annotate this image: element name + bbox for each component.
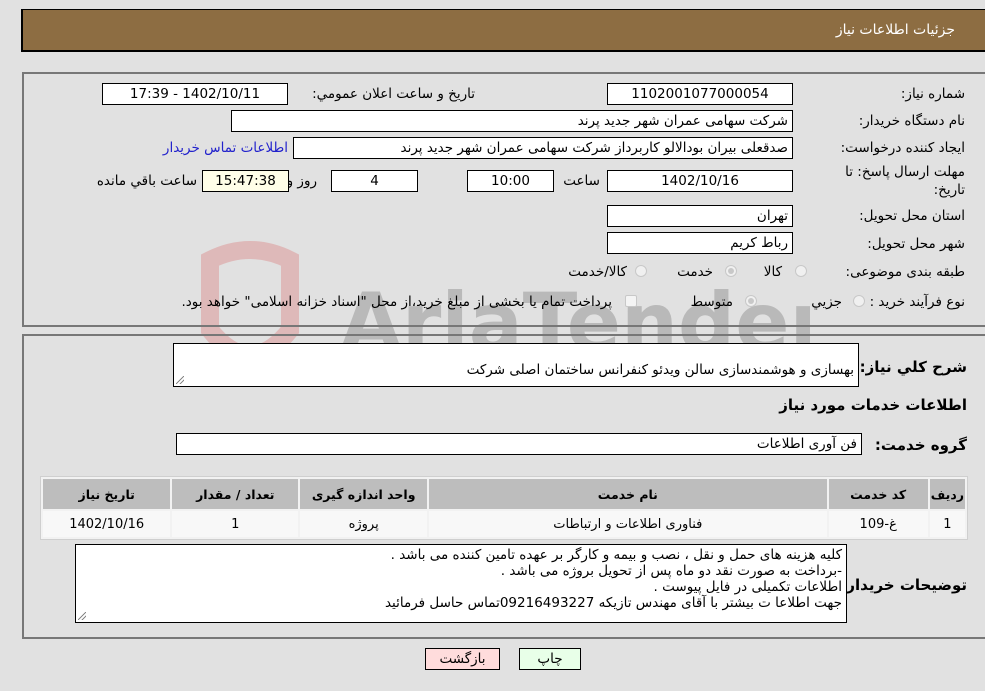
- cell-qty: 1: [172, 511, 299, 537]
- category-option-goods: کالا: [763, 264, 782, 280]
- process-radio-medium[interactable]: [745, 295, 757, 307]
- category-radio-goods-service[interactable]: [635, 265, 647, 277]
- requester-label: ایجاد کننده درخواست:: [840, 140, 965, 156]
- need-number-field: 1102001077000054: [607, 83, 793, 105]
- process-option-medium: متوسط: [690, 294, 733, 310]
- page-title: جزئیات اطلاعات نیاز: [835, 22, 955, 38]
- deadline-label: مهلت ارسال پاسخ: تا تاریخ:: [845, 164, 965, 198]
- city-field: رباط کریم: [607, 232, 793, 254]
- province-label: استان محل تحویل:: [859, 208, 965, 224]
- cell-index: 1: [929, 511, 965, 537]
- category-radio-service[interactable]: [725, 265, 737, 277]
- cell-unit: پروژه: [300, 511, 428, 537]
- buyer-note-line: -برداخت به صورت نقد دو ماه پس از تحویل ب…: [500, 563, 842, 579]
- category-option-service: خدمت: [677, 264, 713, 280]
- page-header: جزئیات اطلاعات نیاز: [21, 9, 985, 52]
- requester-field: صدقعلی بیران بودالالو کاربرداز شرکت سهام…: [293, 137, 793, 159]
- resize-grip-icon[interactable]: [78, 612, 86, 620]
- services-table: ردیف کد خدمت نام خدمت واحد اندازه گیری ت…: [40, 476, 968, 540]
- need-number-label: شماره نیاز:: [900, 86, 965, 102]
- deadline-date-field: 1402/10/16: [607, 170, 793, 192]
- col-header-code: کد خدمت: [828, 479, 928, 509]
- col-header-name: نام خدمت: [429, 479, 827, 509]
- announce-datetime-field: 1402/10/11 - 17:39: [102, 83, 288, 105]
- category-radio-goods[interactable]: [795, 265, 807, 277]
- col-header-date: تاریخ نیاز: [43, 479, 171, 509]
- col-header-qty: تعداد / مقدار: [172, 479, 299, 509]
- back-button[interactable]: بازگشت: [425, 648, 500, 670]
- process-option-minor: جزيي: [811, 294, 842, 310]
- city-label: شهر محل تحویل:: [867, 236, 965, 252]
- process-radio-minor[interactable]: [853, 295, 865, 307]
- province-field: تهران: [607, 205, 793, 227]
- category-label: طبقه بندی موضوعی:: [845, 264, 965, 280]
- buyer-notes-textarea[interactable]: کلیه هزینه های حمل و نقل ، نصب و بیمه و …: [75, 544, 847, 623]
- print-button[interactable]: چاپ: [519, 648, 581, 670]
- treasury-note: پرداخت تمام یا بخشی از مبلغ خرید،از محل …: [181, 294, 612, 310]
- buyer-note-line: کلیه هزینه های حمل و نقل ، نصب و بیمه و …: [390, 547, 842, 563]
- category-option-goods-service: کالا/خدمت: [568, 264, 627, 280]
- col-header-unit: واحد اندازه گیری: [300, 479, 428, 509]
- deadline-time-field: 10:00: [467, 170, 554, 192]
- cell-date: 1402/10/16: [43, 511, 171, 537]
- process-label: نوع فرآیند خرید :: [869, 294, 965, 310]
- remaining-label: ساعت باقي مانده: [96, 173, 197, 189]
- remaining-time-field: 15:47:38: [202, 170, 289, 192]
- cell-name: فناوری اطلاعات و ارتباطات: [429, 511, 827, 537]
- announce-label: تاریخ و ساعت اعلان عمومي:: [312, 86, 475, 102]
- table-header-row: ردیف کد خدمت نام خدمت واحد اندازه گیری ت…: [43, 479, 965, 509]
- col-header-index: ردیف: [929, 479, 965, 509]
- buyer-org-label: نام دستگاه خریدار:: [858, 113, 965, 129]
- days-label: روز و: [286, 173, 317, 189]
- buyer-note-line: جهت اطلاعا ت بیشتر با آقای مهندس تازیکه …: [384, 595, 842, 611]
- table-row: 1 غ-109 فناوری اطلاعات و ارتباطات پروژه …: [43, 511, 965, 537]
- days-remaining-field: 4: [331, 170, 418, 192]
- buyer-org-field: شرکت سهامی عمران شهر جدید پرند: [231, 110, 793, 132]
- deadline-time-label: ساعت: [563, 173, 600, 189]
- cell-code: غ-109: [828, 511, 928, 537]
- treasury-checkbox[interactable]: [625, 295, 637, 307]
- buyer-contact-link[interactable]: اطلاعات تماس خریدار: [163, 140, 288, 156]
- buyer-note-line: اطلاعات تکمیلی در فایل پیوست .: [653, 579, 842, 595]
- buyer-notes-label: توضیحات خریدار:: [840, 576, 967, 594]
